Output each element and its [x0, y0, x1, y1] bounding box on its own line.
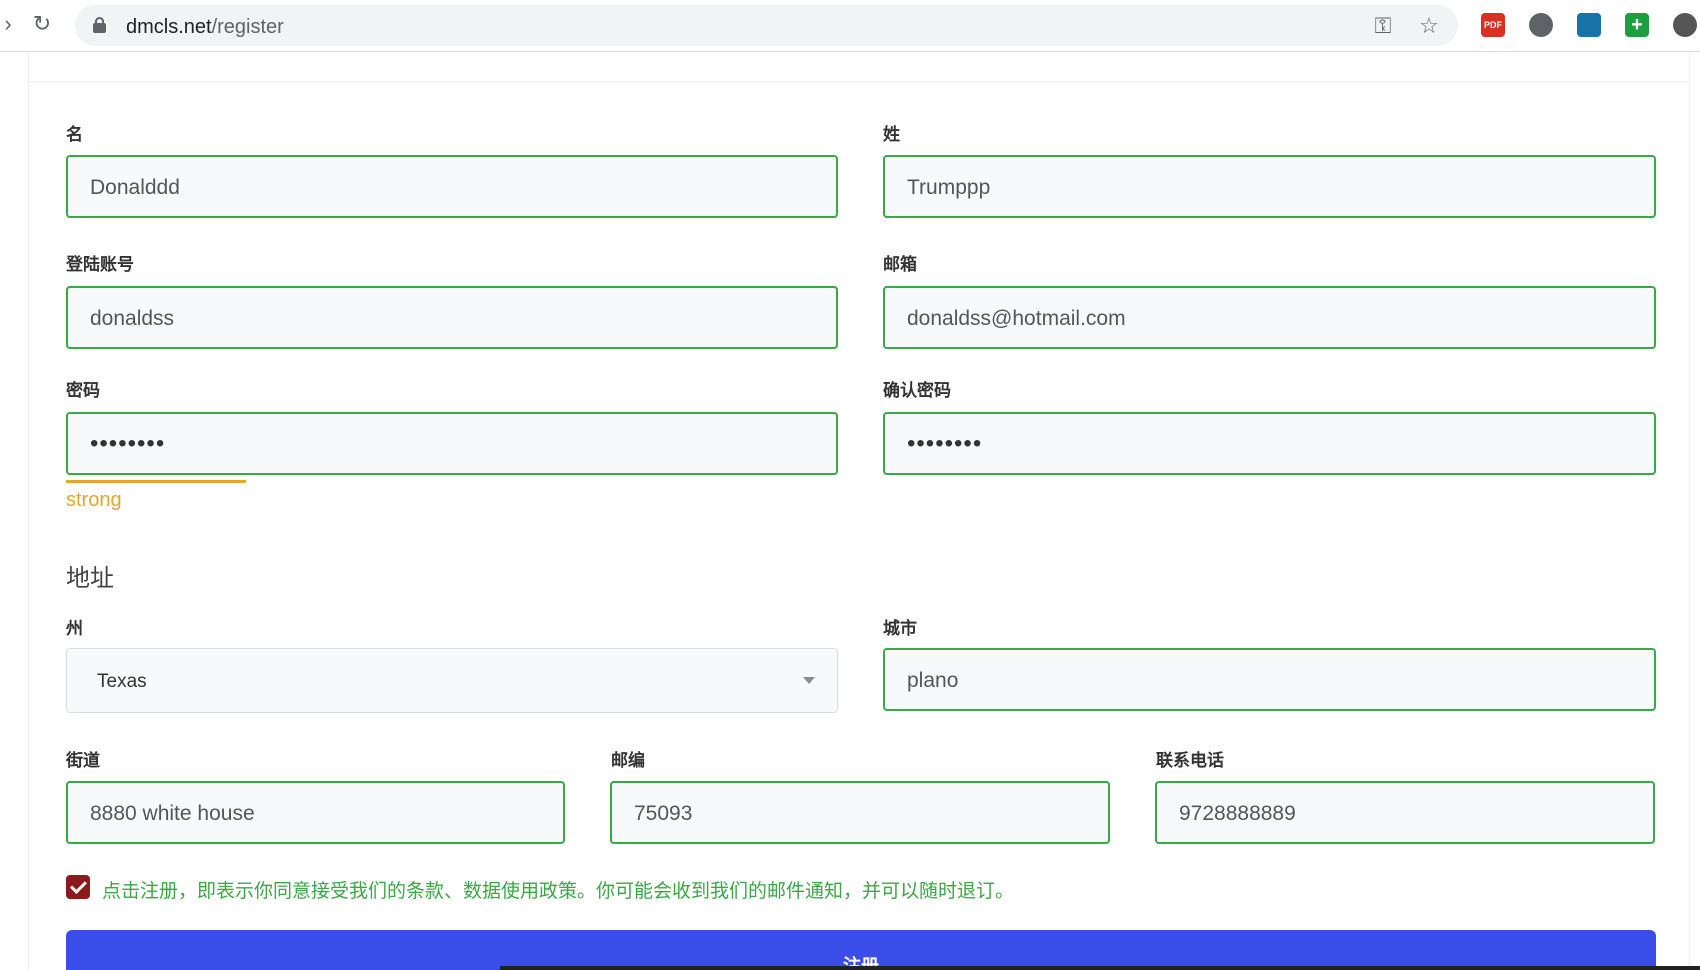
account-input[interactable]: donaldss	[66, 286, 838, 349]
phone-label: 联系电话	[1156, 751, 1224, 771]
email-value: donaldss@hotmail.com	[907, 307, 1126, 330]
key-icon[interactable]: ⚿	[1371, 14, 1395, 38]
state-label: 州	[66, 619, 83, 639]
address-bar[interactable]: dmcls.net/register ⚿ ☆	[75, 5, 1458, 46]
city-input[interactable]: plano	[883, 648, 1656, 711]
confirm-password-input[interactable]: ••••••••	[883, 412, 1656, 475]
password-input[interactable]: ••••••••	[66, 412, 838, 475]
street-value: 8880 white house	[90, 802, 255, 825]
password-strength-bar	[66, 480, 246, 483]
reload-icon[interactable]: ↻	[28, 10, 56, 38]
first-name-value: Donalddd	[90, 176, 180, 199]
confirm-password-value: ••••••••	[907, 430, 983, 457]
add-extension-icon[interactable]: +	[1625, 13, 1649, 37]
address-section-title: 地址	[66, 564, 114, 592]
terms-text: 点击注册，即表示你同意接受我们的条款、数据使用政策。你可能会收到我们的邮件通知，…	[102, 880, 1015, 902]
last-name-input[interactable]: Trumppp	[883, 155, 1656, 218]
browser-toolbar: › ↻ dmcls.net/register ⚿ ☆ PDF +	[0, 0, 1700, 52]
phone-input[interactable]: 9728888889	[1155, 781, 1655, 844]
password-label: 密码	[66, 381, 100, 401]
password-strength-text: strong	[66, 489, 122, 511]
email-input[interactable]: donaldss@hotmail.com	[883, 286, 1656, 349]
lock-icon	[93, 17, 106, 33]
bottom-overlay-strip	[500, 966, 1700, 970]
back-arrow-icon[interactable]: ›	[0, 10, 22, 38]
state-select[interactable]: Texas	[66, 648, 838, 713]
last-name-value: Trumppp	[907, 176, 991, 199]
account-label: 登陆账号	[66, 255, 134, 275]
card-divider	[28, 81, 1690, 82]
pdf-extension-icon[interactable]: PDF	[1481, 13, 1505, 37]
zip-input[interactable]: 75093	[610, 781, 1110, 844]
terms-checkbox[interactable]	[66, 875, 90, 899]
street-label: 街道	[66, 751, 100, 771]
city-label: 城市	[883, 619, 917, 639]
phone-value: 9728888889	[1179, 802, 1296, 825]
register-button[interactable]: 注册	[66, 930, 1656, 970]
city-value: plano	[907, 669, 959, 692]
url-text[interactable]: dmcls.net/register	[126, 16, 284, 39]
email-label: 邮箱	[883, 255, 917, 275]
zip-label: 邮编	[611, 751, 645, 771]
first-name-label: 名	[66, 125, 83, 145]
confirm-password-label: 确认密码	[883, 381, 951, 401]
account-value: donaldss	[90, 307, 175, 330]
zip-value: 75093	[634, 802, 693, 825]
password-value: ••••••••	[90, 430, 166, 457]
star-icon[interactable]: ☆	[1417, 14, 1441, 38]
chevron-down-icon	[803, 677, 815, 684]
reader-extension-icon[interactable]	[1577, 13, 1601, 37]
street-input[interactable]: 8880 white house	[66, 781, 565, 844]
state-value: Texas	[97, 671, 147, 692]
first-name-input[interactable]: Donalddd	[66, 155, 838, 218]
last-name-label: 姓	[883, 125, 900, 145]
globe-extension-icon[interactable]	[1529, 13, 1553, 37]
profile-extension-icon[interactable]	[1673, 13, 1697, 37]
